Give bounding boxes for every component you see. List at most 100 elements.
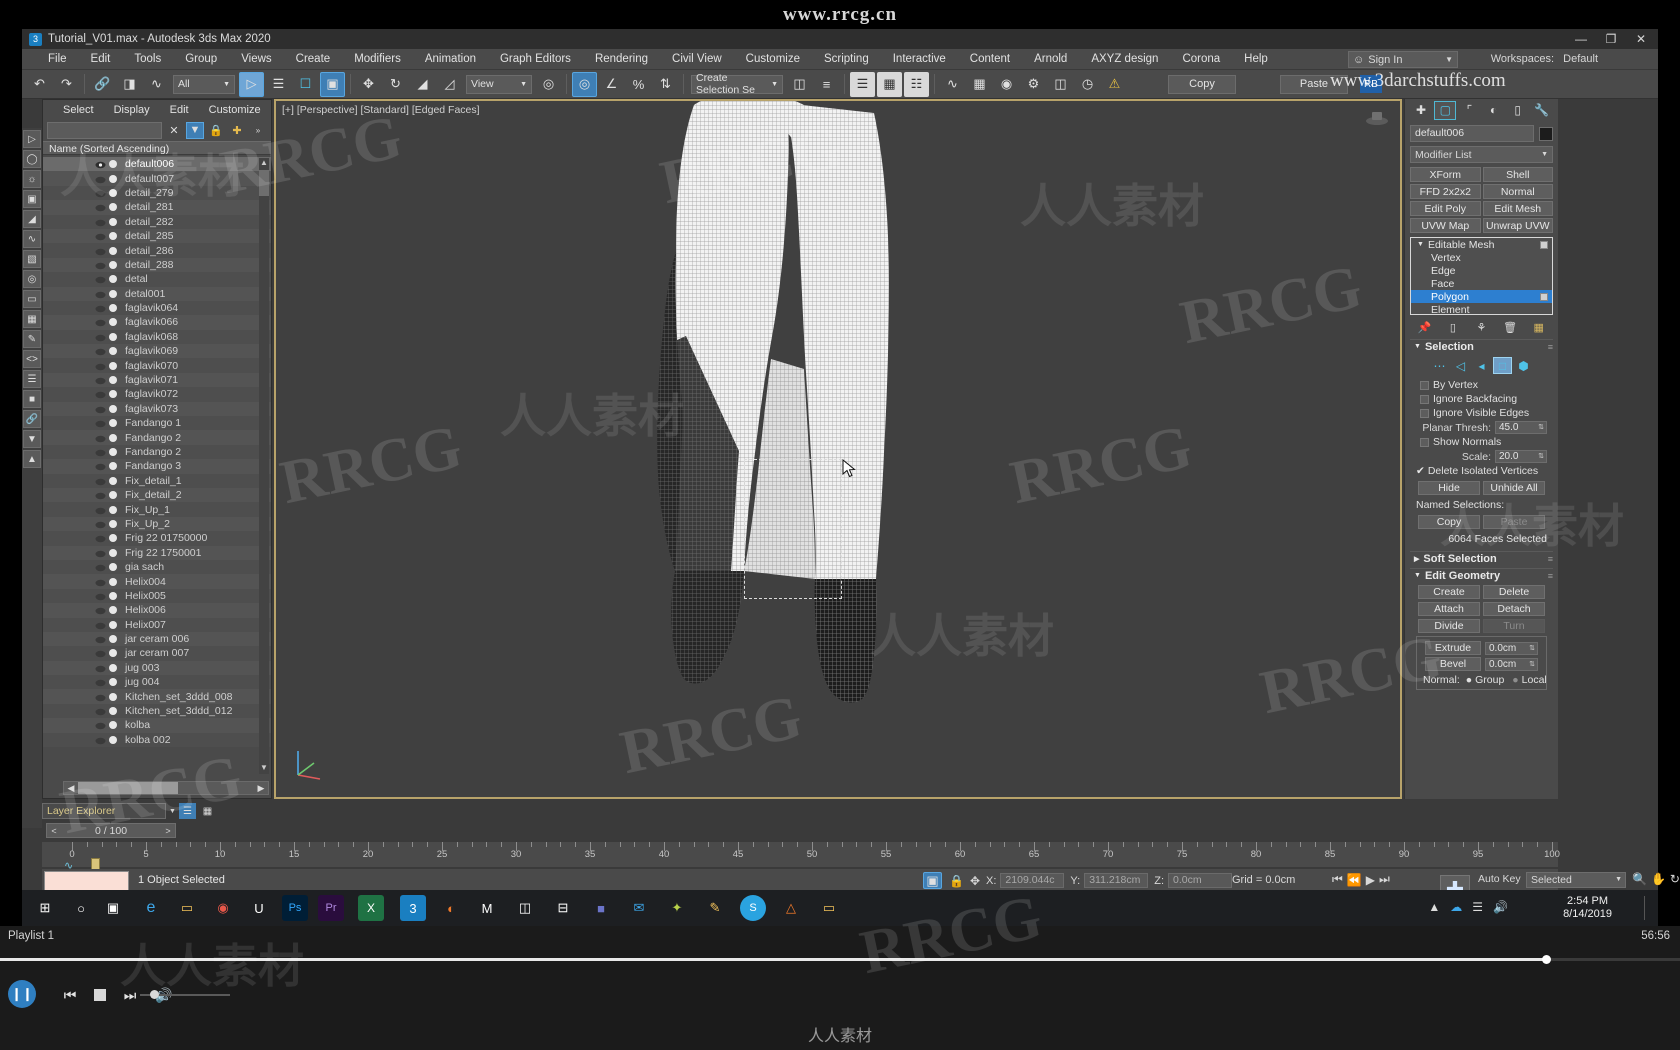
list-item[interactable]: kolba bbox=[43, 718, 271, 733]
list-item[interactable]: faglavik071 bbox=[43, 372, 271, 388]
modifier-list-dropdown[interactable]: Modifier List ▼ bbox=[1410, 146, 1553, 163]
redo-icon[interactable]: ↷ bbox=[54, 72, 79, 97]
list-item[interactable]: Kitchen_set_3ddd_008 bbox=[43, 689, 271, 704]
measure-rail-icon[interactable]: ◢ bbox=[23, 210, 41, 228]
menu-item-graph-editors[interactable]: Graph Editors bbox=[488, 49, 583, 70]
volume-slider[interactable] bbox=[140, 988, 230, 1002]
list-item[interactable]: Frig 22 1750001 bbox=[43, 545, 271, 560]
previous-frame-icon[interactable]: ⏪ bbox=[1347, 873, 1362, 887]
spinner-snap-toggle-icon[interactable]: ⇅ bbox=[653, 72, 678, 97]
coord-y-value[interactable]: 311.218cm bbox=[1084, 873, 1149, 888]
ignore-backfacing-row[interactable]: Ignore Backfacing bbox=[1410, 392, 1553, 406]
list-item[interactable]: faglavik073 bbox=[43, 401, 271, 417]
timeline-track-bar[interactable]: ∿ 0 5 10 15 20 25 30 35 40 45 50 55 60 65 70 75 80 85 90 95… bbox=[42, 841, 1560, 872]
edge-icon[interactable]: ◁ bbox=[1451, 357, 1470, 374]
list-item[interactable]: gia sach bbox=[43, 559, 271, 575]
list-item[interactable]: jug 003 bbox=[43, 660, 271, 676]
image-rail-icon[interactable]: ▧ bbox=[23, 250, 41, 268]
list-item[interactable]: Fix_detail_1 bbox=[43, 473, 271, 488]
explorer-column-header[interactable]: Name (Sorted Ascending) bbox=[43, 141, 271, 155]
link-rail-icon[interactable]: 🔗 bbox=[23, 410, 41, 428]
visibility-eye-icon[interactable] bbox=[95, 376, 106, 385]
object-color-swatch[interactable] bbox=[1539, 126, 1553, 141]
list-item[interactable]: Fandango 1 bbox=[43, 416, 271, 431]
stack-item-face[interactable]: Face bbox=[1411, 277, 1552, 290]
bevel-amount-spinner[interactable]: 0.0cm ⇅ bbox=[1485, 657, 1538, 671]
modifier-uvw-map-button[interactable]: UVW Map bbox=[1410, 218, 1481, 233]
list-item[interactable]: Fix_detail_2 bbox=[43, 487, 271, 503]
menu-item-scripting[interactable]: Scripting bbox=[812, 49, 881, 70]
schematic-view-icon[interactable]: ▦ bbox=[967, 72, 992, 97]
unlink-selection-icon[interactable]: ◨ bbox=[117, 72, 142, 97]
visibility-eye-icon[interactable] bbox=[95, 160, 106, 169]
selection-rollout-header[interactable]: ▼ Selection ≡ bbox=[1410, 339, 1553, 353]
seek-bar[interactable] bbox=[0, 950, 1680, 970]
soft-selection-rollout-header[interactable]: ▶ Soft Selection ≡ bbox=[1410, 551, 1553, 565]
orbit-icon[interactable]: ↻ bbox=[1670, 872, 1680, 887]
explorer-menu-select[interactable]: Select bbox=[53, 104, 104, 116]
modifier-normal-button[interactable]: Normal bbox=[1482, 184, 1553, 199]
list-item[interactable]: detail_282 bbox=[43, 214, 271, 229]
chrome-icon[interactable]: ◉ bbox=[210, 895, 236, 921]
pan-icon[interactable]: ✋ bbox=[1651, 872, 1666, 887]
list-item[interactable]: default006 bbox=[43, 157, 271, 172]
menu-item-group[interactable]: Group bbox=[173, 49, 229, 70]
motion-tab[interactable]: ◐ bbox=[1483, 101, 1505, 120]
list-item[interactable]: faglavik072 bbox=[43, 387, 271, 402]
visibility-eye-icon[interactable] bbox=[95, 275, 106, 284]
select-object-rail-icon[interactable]: ▷ bbox=[23, 130, 41, 148]
list-item[interactable]: Fandango 2 bbox=[43, 444, 271, 460]
pin-stack-icon[interactable]: 📌 bbox=[1416, 320, 1432, 335]
stack-item-toggle[interactable] bbox=[1540, 292, 1548, 301]
visibility-eye-icon[interactable] bbox=[95, 721, 106, 730]
photoshop-icon[interactable]: Ps bbox=[282, 895, 308, 921]
select-by-name-icon[interactable]: ☰ bbox=[266, 72, 291, 97]
check-mark-icon[interactable]: ✔ bbox=[1416, 465, 1425, 477]
coord-z-value[interactable]: 0.0cm bbox=[1168, 873, 1232, 888]
marvelous-icon[interactable]: M bbox=[474, 895, 500, 921]
menu-item-customize[interactable]: Customize bbox=[734, 49, 812, 70]
list-item[interactable]: Frig 22 01750000 bbox=[43, 531, 271, 546]
stack-item-toggle[interactable] bbox=[1540, 240, 1548, 249]
list-item[interactable]: detail_281 bbox=[43, 200, 271, 215]
visibility-eye-icon[interactable] bbox=[95, 232, 106, 241]
menu-item-content[interactable]: Content bbox=[958, 49, 1022, 70]
notepad-icon[interactable]: ✎ bbox=[702, 895, 728, 921]
menu-item-file[interactable]: File bbox=[36, 49, 79, 70]
align-icon[interactable]: ≡ bbox=[814, 72, 839, 97]
by-vertex-checkbox[interactable] bbox=[1420, 380, 1429, 390]
vlc-icon[interactable]: △ bbox=[778, 895, 804, 921]
previous-frame-icon[interactable]: < bbox=[47, 826, 61, 836]
rb-badge[interactable]: RB bbox=[1360, 75, 1382, 93]
plane-rail-icon[interactable]: ▭ bbox=[23, 290, 41, 308]
make-unique-icon[interactable]: ⚘ bbox=[1473, 320, 1489, 335]
unity-icon[interactable]: U bbox=[246, 895, 272, 921]
calculator-icon[interactable]: ⊟ bbox=[550, 895, 576, 921]
menu-item-rendering[interactable]: Rendering bbox=[583, 49, 660, 70]
modifier-stack[interactable]: ▼ Editable Mesh Vertex Edge Face Polygon bbox=[1410, 237, 1553, 316]
list-item[interactable]: detal bbox=[43, 272, 271, 287]
taskbar-clock[interactable]: 2:54 PM 8/14/2019 bbox=[1563, 895, 1612, 921]
by-vertex-row[interactable]: By Vertex bbox=[1410, 378, 1553, 392]
mirror-icon[interactable]: ◫ bbox=[787, 72, 812, 97]
stack-item-editable-mesh[interactable]: ▼ Editable Mesh bbox=[1411, 238, 1552, 251]
clear-find-icon[interactable]: ✕ bbox=[165, 122, 183, 139]
list-item[interactable]: faglavik070 bbox=[43, 358, 271, 373]
absolute-mode-transform-icon[interactable]: ▣ bbox=[923, 872, 942, 889]
coord-y[interactable]: Y: 311.218cm bbox=[1070, 873, 1149, 888]
folder-icon[interactable]: ▭ bbox=[816, 895, 842, 921]
utilities-tab[interactable]: 🔧 bbox=[1531, 101, 1553, 120]
bind-to-space-warp-icon[interactable]: ∿ bbox=[144, 72, 169, 97]
premiere-icon[interactable]: Pr bbox=[318, 895, 344, 921]
menu-item-arnold[interactable]: Arnold bbox=[1022, 49, 1079, 70]
spinner-arrows-icon[interactable]: ⇅ bbox=[1538, 451, 1546, 462]
warning-icon[interactable]: ⚠ bbox=[1102, 72, 1127, 97]
visibility-eye-icon[interactable] bbox=[95, 736, 106, 745]
list-item[interactable]: detal001 bbox=[43, 286, 271, 301]
visibility-eye-icon[interactable] bbox=[95, 218, 106, 226]
scroll-down-icon[interactable]: ▼ bbox=[259, 763, 269, 774]
visibility-eye-icon[interactable] bbox=[95, 189, 106, 198]
close-button[interactable]: ✕ bbox=[1626, 29, 1656, 49]
zoom-icon[interactable]: 🔍 bbox=[1632, 872, 1647, 887]
volume-icon[interactable]: 🔊 bbox=[1493, 900, 1508, 914]
